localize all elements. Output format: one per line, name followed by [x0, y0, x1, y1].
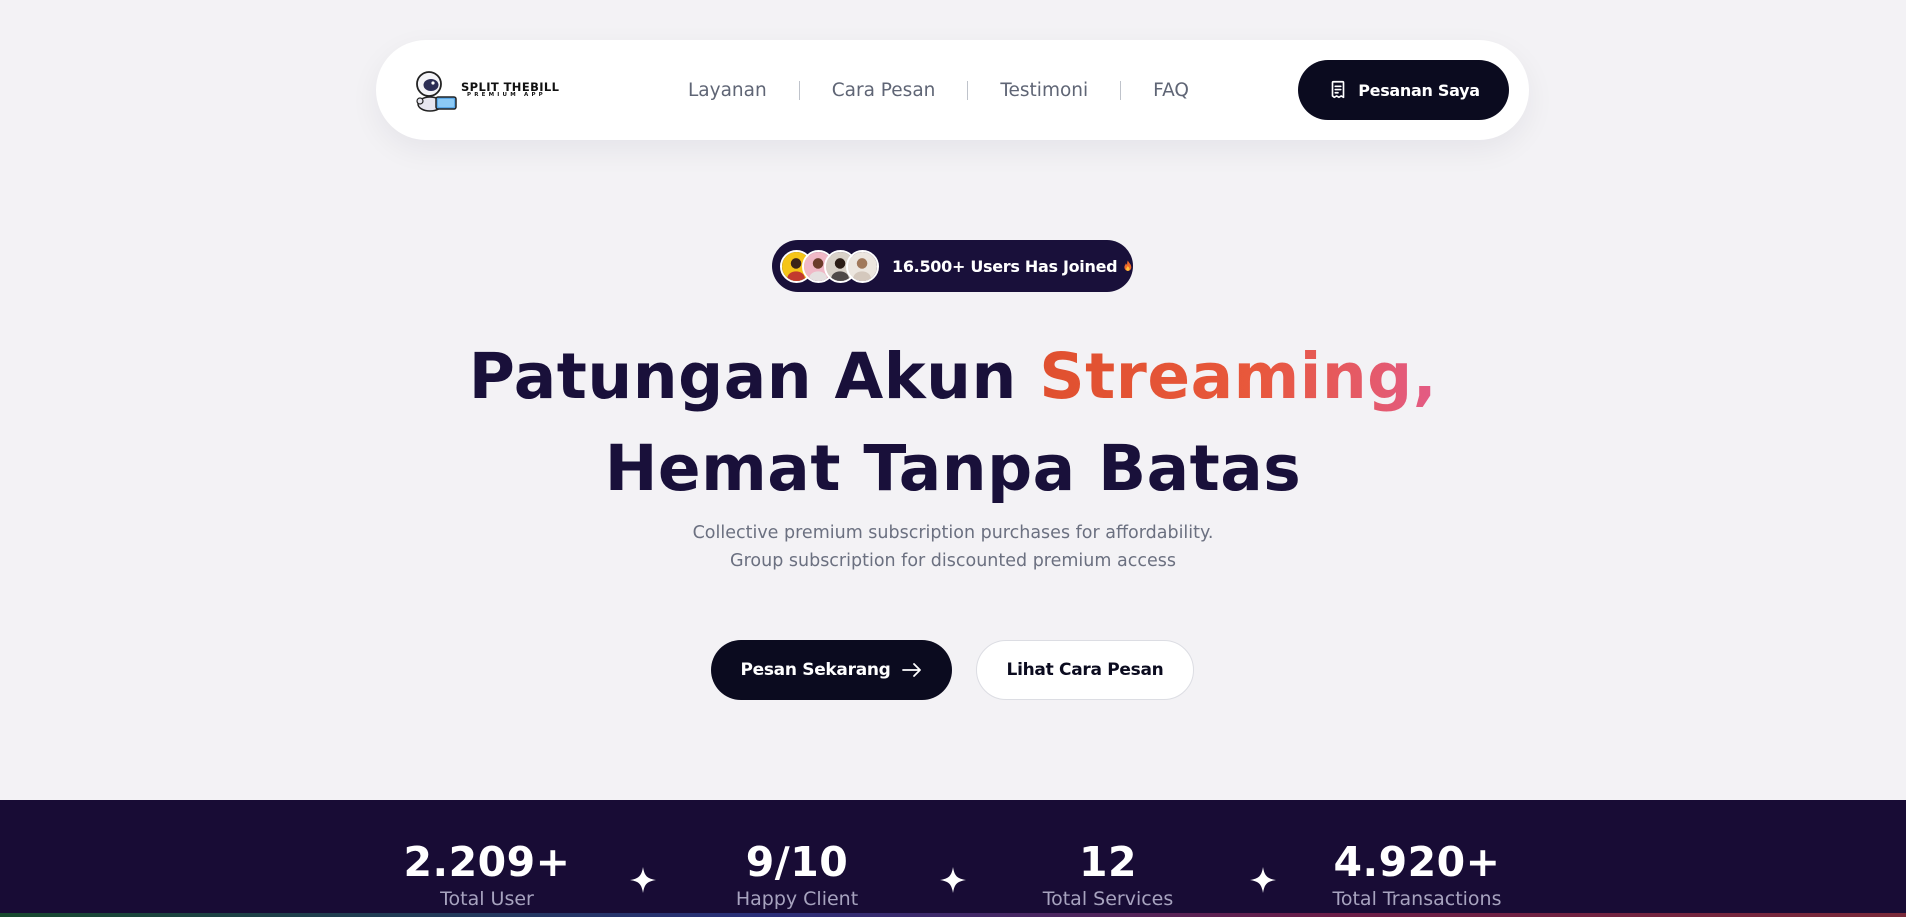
astronaut-logo-icon	[416, 71, 457, 112]
logo-subtitle: PREMIUM APP	[467, 92, 546, 98]
hero-title-line1: Patungan Akun Streaming,	[0, 340, 1906, 413]
stat-value: 9/10	[745, 838, 849, 886]
nav-link-faq[interactable]: FAQ	[1153, 80, 1189, 101]
stats-band: 2.209+ Total User 9/10 Happy Client 12 T…	[0, 800, 1906, 917]
stat-total-services: 12 Total Services	[978, 838, 1238, 910]
avatar	[846, 249, 879, 283]
landing-page: SPLIT THEBILL PREMIUM APP Layanan Cara P…	[0, 0, 1906, 917]
hero-title-accent: Streaming,	[1039, 340, 1438, 413]
stat-total-user: 2.209+ Total User	[357, 838, 617, 910]
stat-value: 2.209+	[403, 838, 571, 886]
stat-value: 12	[1078, 838, 1138, 886]
receipt-icon	[1331, 80, 1345, 99]
users-joined-badge: 16.500+ Users Has Joined	[772, 240, 1133, 292]
stats-gradient-edge	[0, 913, 1906, 917]
order-now-button[interactable]: Pesan Sekarang	[711, 640, 952, 700]
navbar: SPLIT THEBILL PREMIUM APP Layanan Cara P…	[376, 40, 1529, 140]
stat-total-transactions: 4.920+ Total Transactions	[1287, 838, 1547, 910]
stat-label: Total Transactions	[1332, 888, 1502, 910]
logo[interactable]: SPLIT THEBILL PREMIUM APP	[412, 70, 562, 112]
order-now-label: Pesan Sekarang	[740, 660, 891, 680]
hero-subtitle-line2: Group subscription for discounted premiu…	[730, 551, 1176, 571]
hero-subtitle-line1: Collective premium subscription purchase…	[692, 523, 1214, 543]
how-to-order-button[interactable]: Lihat Cara Pesan	[976, 640, 1194, 700]
nav-divider	[1120, 80, 1122, 100]
sparkle-icon	[630, 867, 656, 893]
stat-label: Happy Client	[735, 888, 859, 910]
nav-link-cara-pesan[interactable]: Cara Pesan	[832, 80, 936, 101]
users-joined-text: 16.500+ Users Has Joined	[892, 256, 1118, 276]
sparkle-icon	[1250, 867, 1276, 893]
hero-title-plain: Patungan Akun	[468, 340, 1040, 413]
nav-divider	[798, 80, 800, 100]
my-orders-button[interactable]: Pesanan Saya	[1298, 60, 1509, 120]
nav-divider	[967, 80, 969, 100]
nav-link-testimoni[interactable]: Testimoni	[1000, 80, 1088, 101]
arrow-right-icon	[901, 663, 921, 677]
sparkle-icon	[940, 867, 966, 893]
stat-label: Total User	[440, 888, 534, 910]
stat-value: 4.920+	[1333, 838, 1501, 886]
my-orders-label: Pesanan Saya	[1358, 80, 1480, 100]
fire-icon	[1124, 260, 1132, 271]
stat-happy-client: 9/10 Happy Client	[667, 838, 927, 910]
avatar-stack	[780, 249, 879, 283]
nav-link-layanan[interactable]: Layanan	[688, 80, 767, 101]
hero-title-line2: Hemat Tanpa Batas	[604, 432, 1302, 505]
stat-label: Total Services	[1042, 888, 1174, 910]
nav-links: Layanan Cara Pesan Testimoni FAQ	[688, 40, 1189, 140]
